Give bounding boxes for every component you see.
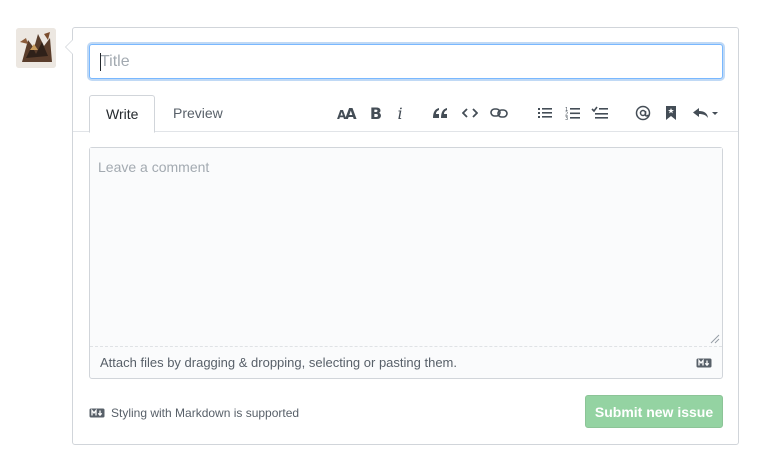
quote-icon[interactable]	[429, 103, 451, 123]
markdown-icon	[696, 358, 712, 368]
bold-label: B	[369, 103, 383, 123]
comment-box: Attach files by dragging & dropping, sel…	[89, 147, 723, 379]
bold-icon[interactable]: B	[365, 103, 387, 123]
reply-icon[interactable]	[691, 103, 721, 123]
tab-preview[interactable]: Preview	[157, 95, 239, 132]
markdown-note-text: Styling with Markdown is supported	[111, 406, 300, 420]
mention-icon[interactable]	[632, 103, 654, 123]
comment-textarea[interactable]	[90, 148, 722, 346]
svg-text:A: A	[345, 106, 357, 120]
title-input[interactable]	[89, 44, 723, 79]
link-icon[interactable]	[488, 103, 510, 123]
attach-files-text: Attach files by dragging & dropping, sel…	[100, 355, 457, 370]
avatar[interactable]	[16, 28, 56, 68]
submit-new-issue-button[interactable]: Submit new issue	[585, 395, 723, 428]
resize-handle-icon[interactable]	[710, 334, 720, 344]
avatar-image	[16, 28, 56, 68]
unordered-list-icon[interactable]	[534, 103, 556, 123]
task-list-icon[interactable]	[589, 103, 611, 123]
attach-files-area[interactable]: Attach files by dragging & dropping, sel…	[90, 346, 722, 378]
text-cursor	[100, 53, 101, 71]
markdown-support-note[interactable]: Styling with Markdown is supported	[89, 405, 299, 421]
markdown-icon	[89, 408, 105, 418]
new-issue-form: Write Preview A A B i	[65, 27, 739, 445]
svg-text:3: 3	[565, 116, 568, 120]
bookmark-icon[interactable]	[660, 103, 682, 123]
code-icon[interactable]	[459, 103, 481, 123]
tab-write[interactable]: Write	[89, 95, 156, 133]
italic-icon[interactable]: i	[389, 103, 411, 123]
editor-tab-bar: Write Preview A A B i 1 2 3	[73, 95, 738, 133]
text-size-icon[interactable]: A A	[336, 103, 358, 123]
italic-label: i	[397, 103, 403, 123]
ordered-list-icon[interactable]: 1 2 3	[562, 103, 584, 123]
